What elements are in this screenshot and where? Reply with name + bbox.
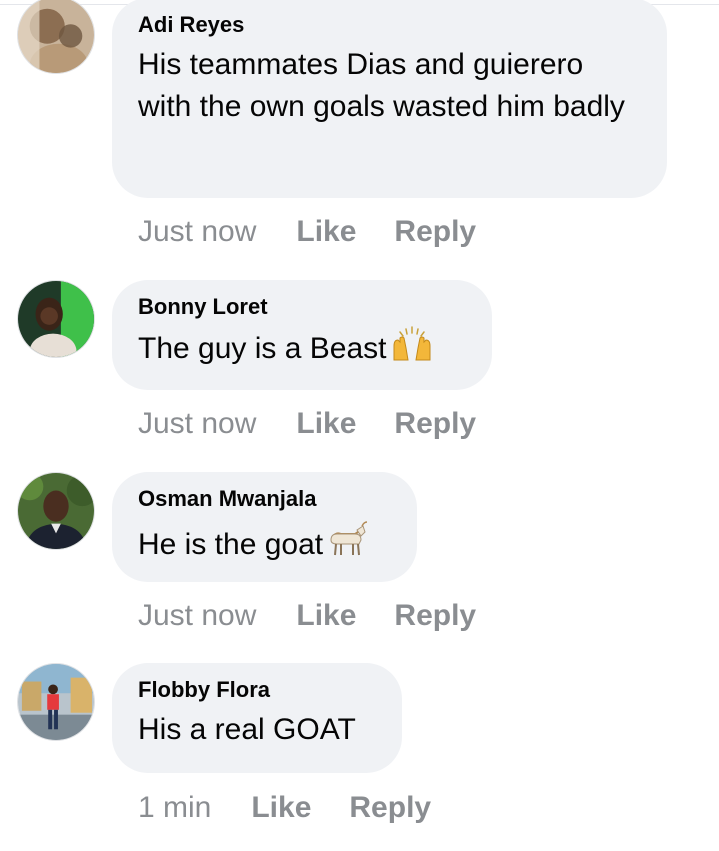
like-button[interactable]: Like — [296, 598, 356, 634]
comment-bubble: Bonny Loret The guy is a Beast — [112, 280, 492, 390]
like-button[interactable]: Like — [296, 406, 356, 442]
reply-button[interactable]: Reply — [394, 214, 476, 250]
comment-text-line: The guy is a Beast — [138, 326, 466, 374]
comment-time[interactable]: Just now — [138, 406, 256, 442]
avatar[interactable] — [17, 0, 95, 74]
comment-bubble: Osman Mwanjala He is the goat — [112, 472, 417, 582]
like-button[interactable]: Like — [251, 790, 311, 826]
like-button[interactable]: Like — [296, 214, 356, 250]
comment-text: The guy is a Beast — [138, 332, 387, 365]
comment-text-line: He is the goat — [138, 518, 391, 570]
comment-actions: 1 min Like Reply — [138, 790, 431, 826]
comment-text: He is the goat — [138, 528, 324, 561]
comment-time[interactable]: Just now — [138, 598, 256, 634]
reply-button[interactable]: Reply — [394, 406, 476, 442]
avatar[interactable] — [17, 663, 95, 741]
reply-button[interactable]: Reply — [349, 790, 431, 826]
comment-actions: Just now Like Reply — [138, 406, 476, 442]
comment-text: His teammates Dias and guierero with the… — [138, 48, 625, 123]
comment-text: His a real GOAT — [138, 713, 356, 746]
goat-emoji-icon — [327, 518, 368, 570]
comment-bubble: Adi Reyes His teammates Dias and guierer… — [112, 0, 667, 198]
reply-button[interactable]: Reply — [394, 598, 476, 634]
comment-author[interactable]: Adi Reyes — [138, 10, 641, 40]
avatar[interactable] — [17, 472, 95, 550]
comment-time[interactable]: Just now — [138, 214, 256, 250]
avatar[interactable] — [17, 280, 95, 358]
comment-time[interactable]: 1 min — [138, 790, 211, 826]
comment-actions: Just now Like Reply — [138, 598, 476, 634]
comment-author[interactable]: Bonny Loret — [138, 292, 466, 322]
comment-bubble: Flobby Flora His a real GOAT — [112, 663, 402, 773]
comment-actions: Just now Like Reply — [138, 214, 476, 250]
raising-hands-emoji-icon — [390, 326, 434, 374]
comment-author[interactable]: Osman Mwanjala — [138, 484, 391, 514]
comment-author[interactable]: Flobby Flora — [138, 675, 376, 705]
